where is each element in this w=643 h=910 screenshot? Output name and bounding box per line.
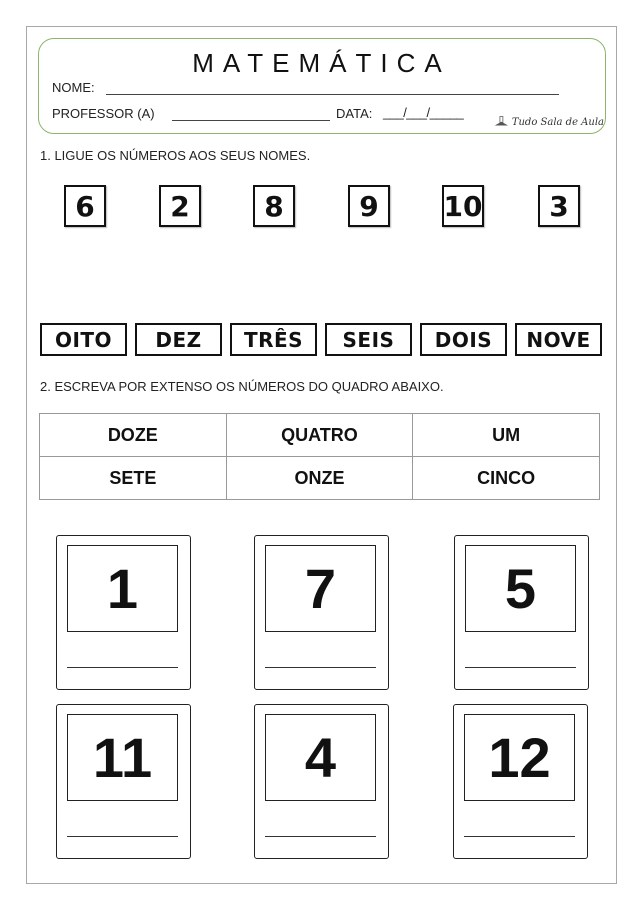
table-cell: DOZE xyxy=(39,413,227,457)
card-number: 1 xyxy=(67,545,178,632)
exercise2-instruction: 2. ESCREVA POR EXTENSO OS NÚMEROS DO QUA… xyxy=(40,379,444,394)
table-cell: SETE xyxy=(39,456,227,500)
table-row: DOZE QUATRO UM xyxy=(39,413,600,457)
date-field[interactable]: ___/___/_____ xyxy=(383,105,464,120)
table-row: SETE ONZE CINCO xyxy=(39,456,600,500)
card-number: 7 xyxy=(265,545,376,632)
number-card: 12 xyxy=(453,704,588,859)
number-box[interactable]: 6 xyxy=(64,185,106,227)
answer-line[interactable] xyxy=(465,667,576,668)
table-cell: ONZE xyxy=(225,456,414,500)
answer-line[interactable] xyxy=(265,836,376,837)
date-label: DATA: xyxy=(336,106,373,121)
word-box[interactable]: OITO xyxy=(40,323,127,356)
name-label: NOME: xyxy=(52,80,95,95)
exercise1-instruction: 1. LIGUE OS NÚMEROS AOS SEUS NOMES. xyxy=(40,148,311,163)
number-card: 4 xyxy=(254,704,389,859)
word-box[interactable]: TRÊS xyxy=(230,323,317,356)
teacher-label: PROFESSOR (A) xyxy=(52,106,155,121)
number-box[interactable]: 9 xyxy=(348,185,390,227)
answer-line[interactable] xyxy=(265,667,376,668)
word-box[interactable]: DOIS xyxy=(420,323,507,356)
table-cell: UM xyxy=(412,413,600,457)
number-box[interactable]: 10 xyxy=(442,185,484,227)
number-box[interactable]: 8 xyxy=(253,185,295,227)
number-card: 5 xyxy=(454,535,589,690)
table-cell: CINCO xyxy=(412,456,600,500)
name-field[interactable] xyxy=(106,94,559,95)
teacher-field[interactable] xyxy=(172,120,330,121)
logo: Tudo Sala de Aula xyxy=(494,108,604,128)
table-cell: QUATRO xyxy=(225,413,414,457)
word-box[interactable]: DEZ xyxy=(135,323,222,356)
card-number: 12 xyxy=(464,714,575,801)
card-number: 5 xyxy=(465,545,576,632)
number-words-table: DOZE QUATRO UM SETE ONZE CINCO xyxy=(39,413,600,500)
number-card: 7 xyxy=(254,535,389,690)
card-number: 11 xyxy=(67,714,178,801)
number-box[interactable]: 3 xyxy=(538,185,580,227)
number-card: 11 xyxy=(56,704,191,859)
page-title: MATEMÁTICA xyxy=(192,48,451,78)
card-number: 4 xyxy=(265,714,376,801)
logo-text: Tudo Sala de Aula xyxy=(511,117,604,128)
word-box[interactable]: SEIS xyxy=(325,323,412,356)
number-box[interactable]: 2 xyxy=(159,185,201,227)
answer-line[interactable] xyxy=(67,836,178,837)
answer-line[interactable] xyxy=(464,836,575,837)
number-card: 1 xyxy=(56,535,191,690)
book-icon xyxy=(494,116,509,126)
word-box[interactable]: NOVE xyxy=(515,323,602,356)
answer-line[interactable] xyxy=(67,667,178,668)
